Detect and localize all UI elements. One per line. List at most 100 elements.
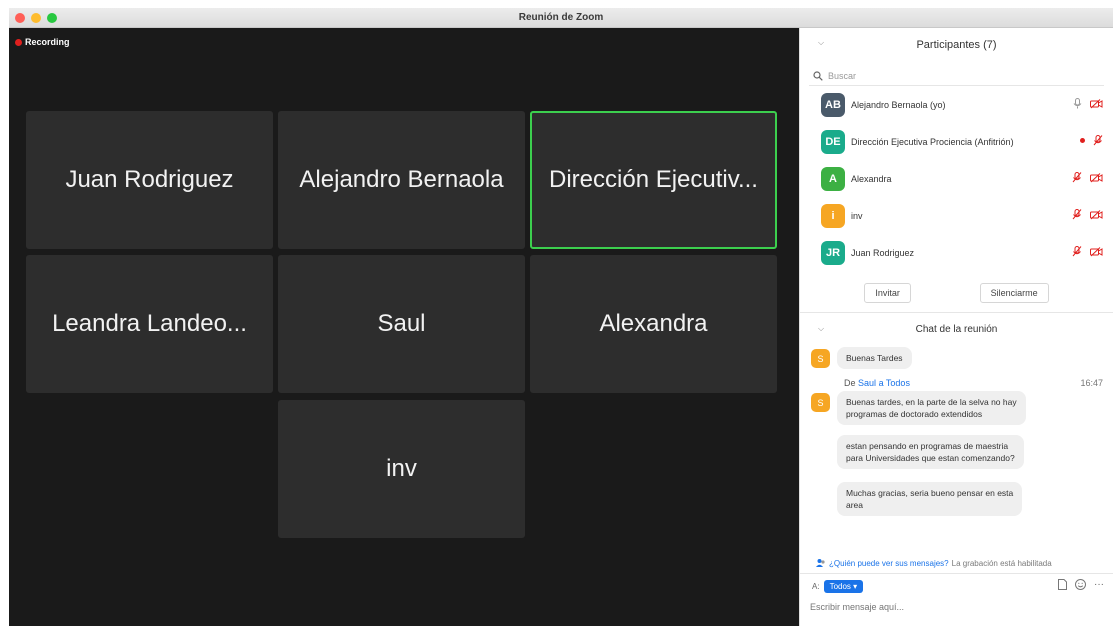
avatar: AB [821,92,845,117]
message-text: Buenas Tardes [846,353,903,363]
participant-name: Juan Rodriguez [851,247,915,258]
avatar: S [811,393,830,412]
video-gallery: Recording Juan Rodriguez Alejandro Berna… [9,28,799,626]
participant-search[interactable]: Buscar [809,66,1104,86]
maximize-window-button[interactable] [47,13,57,23]
more-options-icon[interactable]: ··· [1094,579,1104,590]
tile-name: Alexandra [599,310,708,337]
people-icon [816,559,825,567]
participant-list: AB Alejandro Bernaola (yo) DE Dirección … [800,86,1113,273]
emoji-icon[interactable] [1075,579,1086,590]
chat-privacy-notice: ¿Quién puede ver sus mensajes? La grabac… [816,558,1052,568]
microphone-muted-icon[interactable] [1072,209,1082,220]
window-title: Reunión de Zoom [518,12,604,23]
recording-dot-icon [1080,138,1085,143]
participant-status [1080,135,1103,146]
avatar: S [811,349,830,368]
sender-name[interactable]: Saul [858,378,876,388]
chat-message-input[interactable] [810,602,1100,612]
participant-row[interactable]: i inv [800,197,1113,234]
microphone-muted-icon[interactable] [1072,172,1082,183]
participants-header: ⌵ Participantes (7) [800,28,1113,62]
video-tile-leandra-landeo[interactable]: Leandra Landeo... [26,255,273,393]
recipient-name: Todos [885,378,910,388]
to-label: A: [812,582,820,591]
avatar: JR [821,240,845,265]
tile-name: Saul [377,310,426,337]
recipient-selector: A: Todos ▾ [812,580,864,593]
search-input[interactable]: Buscar [828,71,856,81]
tile-name: Juan Rodriguez [65,166,234,193]
participant-status [1073,98,1103,109]
from-connector: a [878,378,884,388]
participant-name: inv [851,210,863,221]
avatar: A [821,166,845,191]
participants-title: Participantes (7) [916,39,997,51]
invite-button[interactable]: Invitar [864,282,911,303]
recording-label: Recording [25,37,70,47]
video-tile-alejandro-bernaola[interactable]: Alejandro Bernaola [278,111,525,249]
message-sender-line: De Saul a Todos [844,378,910,388]
video-off-icon[interactable] [1090,246,1103,257]
tile-name: Leandra Landeo... [52,310,247,337]
message-timestamp: 16:47 [1080,378,1103,388]
from-prefix: De [844,378,856,388]
participant-name: Alexandra [851,173,892,184]
video-tile-saul[interactable]: Saul [278,255,525,393]
video-tile-inv[interactable]: inv [278,400,525,538]
window-controls [15,13,57,23]
recording-indicator: Recording [15,37,70,47]
file-icon[interactable] [1058,579,1067,590]
minimize-window-button[interactable] [31,13,41,23]
tile-name: Alejandro Bernaola [299,166,504,193]
collapse-chevron-icon[interactable]: ⌵ [818,324,824,334]
participant-actions: Invitar Silenciarme [800,273,1113,313]
video-tile-juan-rodriguez[interactable]: Juan Rodriguez [26,111,273,249]
chat-message: Muchas gracias, seria bueno pensar en es… [837,482,1023,516]
chat-compose: A: Todos ▾ ··· [800,573,1113,626]
chat-header: ⌵ Chat de la reunión [800,313,1113,345]
message-text: area [846,500,864,510]
video-tile-active-speaker[interactable]: Dirección Ejecutiv... [530,111,777,249]
collapse-chevron-icon[interactable]: ⌵ [818,38,824,48]
video-off-icon[interactable] [1090,172,1103,183]
participant-status [1072,209,1103,220]
compose-tools: ··· [1058,579,1104,590]
tile-name: inv [386,455,417,482]
who-can-see-link[interactable]: ¿Quién puede ver sus mensajes? [829,559,949,568]
participant-row[interactable]: JR Juan Rodriguez [800,234,1113,271]
avatar: i [821,203,845,228]
video-off-icon[interactable] [1090,98,1103,109]
participant-row[interactable]: AB Alejandro Bernaola (yo) [800,86,1113,123]
participant-row[interactable]: DE Dirección Ejecutiva Prociencia (Anfit… [800,123,1113,160]
recording-dot-icon [15,38,22,46]
recipient-dropdown[interactable]: Todos ▾ [823,580,864,593]
message-text: estan pensando en programas de maestria [846,441,1009,451]
microphone-muted-icon[interactable] [1072,246,1082,257]
chat-messages: S Buenas Tardes De Saul a Todos 16:47 S … [800,345,1113,535]
participant-row[interactable]: A Alexandra [800,160,1113,197]
participant-status [1072,246,1103,257]
side-panel: ⌵ Participantes (7) Buscar AB Alejandro … [799,28,1113,626]
chat-message: Buenas tardes, en la parte de la selva n… [837,391,1026,425]
chat-title: Chat de la reunión [915,323,998,335]
participant-status [1072,172,1103,183]
chat-message: estan pensando en programas de maestria … [837,435,1024,469]
mute-me-button[interactable]: Silenciarme [979,282,1049,303]
tile-name: Dirección Ejecutiv... [549,166,758,193]
message-text: para Universidades que estan comenzando? [846,453,1015,463]
recording-notice: La grabación está habilitada [951,558,1052,568]
participant-name: Alejandro Bernaola (yo) [851,99,946,110]
zoom-window: Reunión de Zoom Recording Juan Rodriguez… [9,8,1113,626]
message-text: Buenas tardes, en la parte de la selva n… [846,397,1017,407]
microphone-muted-icon[interactable] [1093,135,1103,146]
video-off-icon[interactable] [1090,209,1103,220]
title-bar: Reunión de Zoom [9,8,1113,28]
microphone-icon[interactable] [1073,98,1082,109]
message-text: programas de doctorado extendidos [846,409,983,419]
close-window-button[interactable] [15,13,25,23]
message-text: Muchas gracias, seria bueno pensar en es… [846,488,1014,498]
search-icon [813,70,823,81]
video-tile-alexandra[interactable]: Alexandra [530,255,777,393]
chat-message: Buenas Tardes [837,347,912,369]
